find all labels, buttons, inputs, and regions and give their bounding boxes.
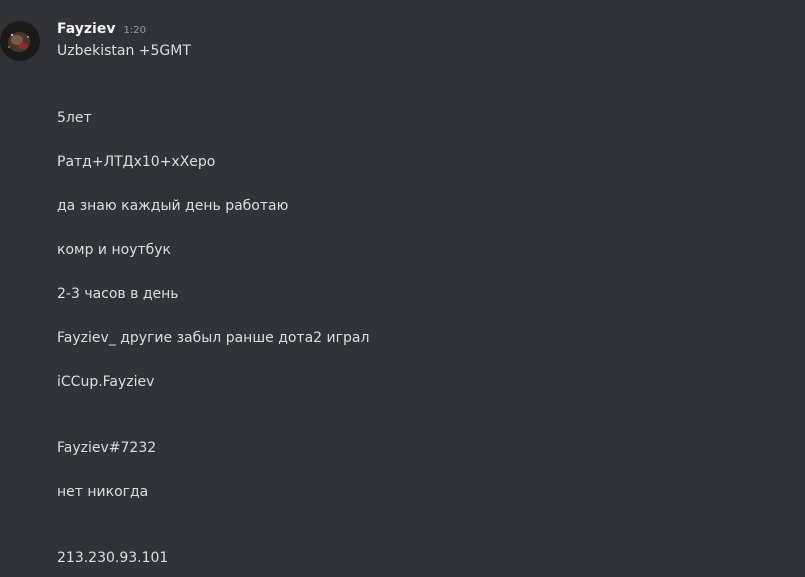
message-line: 2-3 часов в день (57, 286, 179, 302)
username[interactable]: Fayziev (57, 21, 115, 37)
message-line: нет никогда (57, 484, 149, 500)
message-line: Ратд+ЛТДх10+хХеро (57, 154, 216, 170)
user-avatar[interactable] (0, 21, 40, 61)
message-line: комр и ноутбук (57, 242, 172, 258)
message-line: 213.230.93.101 (57, 550, 169, 566)
message-line: 5лет (57, 110, 92, 126)
message-line: Fayziev#7232 (57, 440, 157, 456)
message-timestamp: 1:20 (123, 25, 146, 36)
message-line: Uzbekistan +5GMT (57, 43, 191, 59)
chat-message: Fayziev 1:20 Uzbekistan +5GMT 5лет Ратд+… (0, 0, 805, 577)
user-avatar-icon (0, 21, 40, 61)
message-line: iCCup.Fayziev (57, 374, 155, 390)
message-line: Fayziev_ другие забыл ранше дота2 играл (57, 330, 370, 346)
message-line: да знаю каждый день работаю (57, 198, 289, 214)
message-header: Fayziev 1:20 (57, 21, 146, 41)
